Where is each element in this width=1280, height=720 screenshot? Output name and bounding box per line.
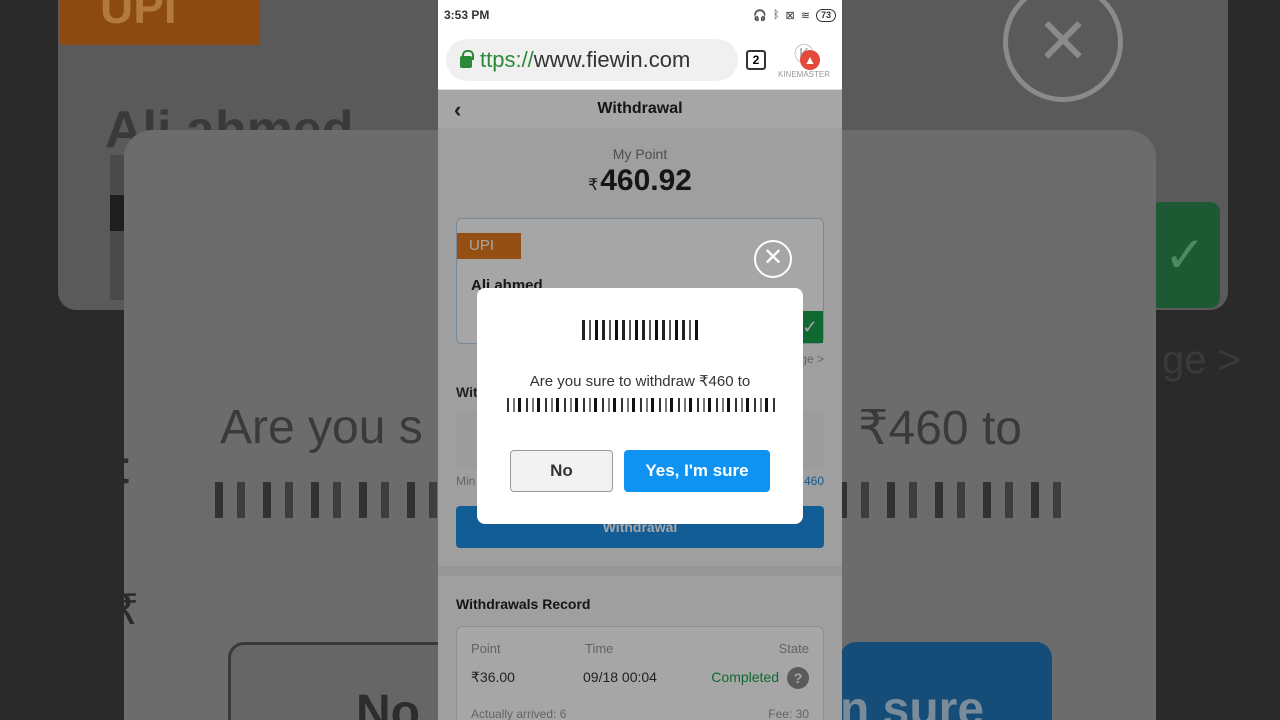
bg-question-right: ₹460 to bbox=[858, 402, 1022, 455]
bg-change-link: ge > bbox=[1162, 338, 1241, 382]
url-scheme: ttps:// bbox=[480, 46, 534, 72]
browser-toolbar: ttps://www.fiewin.com 2 Ⓚ KINEMASTER ▲ bbox=[438, 30, 842, 90]
garbled-upi-id bbox=[507, 398, 775, 412]
bg-rupee: ₹ bbox=[112, 586, 139, 633]
bg-strip-dark bbox=[110, 195, 124, 231]
status-bar: 3:53 PM 🎧 ᛒ ⊠ ≋ 73 bbox=[438, 0, 842, 30]
bg-check-icon: ✓ bbox=[1150, 202, 1220, 308]
no-button[interactable]: No bbox=[510, 450, 613, 492]
headphones-icon: 🎧 bbox=[753, 9, 767, 22]
url-host: www.fiewin.com bbox=[533, 46, 691, 72]
bg-no-label: No bbox=[356, 686, 420, 720]
url-bar[interactable]: ttps://www.fiewin.com bbox=[446, 38, 738, 81]
status-icons: 🎧 ᛒ ⊠ ≋ 73 bbox=[753, 8, 836, 22]
battery-icon: 73 bbox=[815, 8, 836, 22]
bg-question-left: Are you s bbox=[220, 401, 423, 454]
bg-wit-label: Wit bbox=[58, 441, 130, 493]
url-text: ttps://www.fiewin.com bbox=[480, 47, 690, 73]
bluetooth-icon: ᛒ bbox=[772, 9, 780, 21]
kinemaster-watermark: Ⓚ KINEMASTER ▲ bbox=[774, 40, 834, 80]
garbled-title bbox=[582, 319, 698, 340]
bg-yes-button: n sure bbox=[840, 642, 1052, 720]
bg-upi-text: UPI bbox=[100, 0, 177, 33]
wifi-icon: ≋ bbox=[800, 9, 810, 22]
phone-screen: 3:53 PM 🎧 ᛒ ⊠ ≋ 73 ttps://www.fiewin.com… bbox=[438, 0, 842, 720]
kinemaster-text: KINEMASTER bbox=[777, 69, 830, 79]
screen: UPI Ali ahmed ✓ ge > Wit Are you s ₹460 … bbox=[0, 0, 1280, 720]
dialog-message: Are you sure to withdraw ₹460 to bbox=[529, 373, 751, 390]
bg-upi-badge: UPI bbox=[60, 0, 260, 45]
dialog-title-garbled bbox=[477, 318, 803, 342]
lock-icon bbox=[460, 49, 474, 68]
bg-yes-label: n sure bbox=[840, 683, 985, 720]
tab-switcher-button[interactable]: 2 bbox=[746, 49, 766, 70]
yes-sure-button[interactable]: Yes, I'm sure bbox=[624, 450, 770, 492]
upload-icon[interactable]: ▲ bbox=[800, 49, 820, 70]
sim-off-icon: ⊠ bbox=[785, 9, 795, 22]
close-icon[interactable]: ✕ bbox=[754, 240, 792, 278]
confirm-dialog: Are you sure to withdraw ₹460 to No Yes,… bbox=[477, 288, 803, 524]
status-time: 3:53 PM bbox=[444, 8, 490, 22]
